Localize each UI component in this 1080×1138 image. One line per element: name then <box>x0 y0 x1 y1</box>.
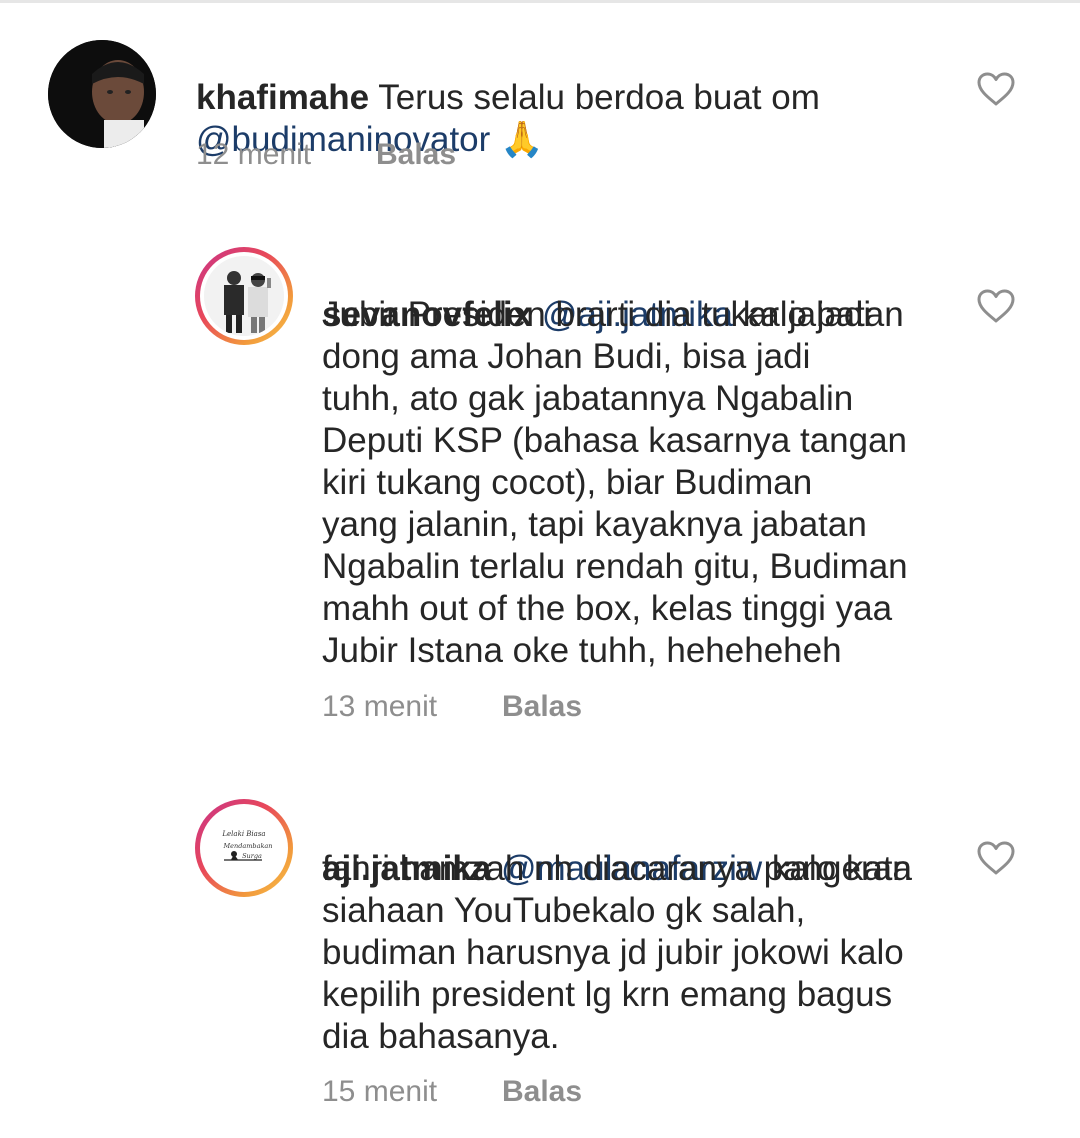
comment-item: Lelaki Biasa Mendambakan Surga aji.jatmi… <box>0 782 1080 1132</box>
comment-timestamp: 12 menit <box>196 138 312 171</box>
heart-outline-icon[interactable] <box>976 71 1016 107</box>
reply-button[interactable]: Balas <box>502 1075 582 1109</box>
comment-meta: 13 menit Balas <box>322 690 722 726</box>
avatar-photo <box>48 40 156 148</box>
avatar-ring-gap <box>200 252 288 340</box>
comment-meta: 12 menit Balas <box>196 138 596 174</box>
heart-outline-icon[interactable] <box>976 840 1016 876</box>
comment-timestamp: 15 menit <box>322 1075 438 1108</box>
svg-text:Lelaki Biasa: Lelaki Biasa <box>221 830 265 838</box>
avatar[interactable] <box>48 40 156 148</box>
avatar-photo <box>204 256 284 336</box>
svg-text:Surga: Surga <box>242 852 262 860</box>
comment-body: Jubir Presiden brarti dia tukar jabatan … <box>322 295 908 670</box>
reply-button[interactable]: Balas <box>502 690 582 724</box>
comment-meta: 15 menit Balas <box>322 1075 722 1111</box>
heart-outline-icon[interactable] <box>976 288 1016 324</box>
reply-button[interactable]: Balas <box>376 138 456 172</box>
comment-item: khafimahe Terus selalu berdoa buat om @b… <box>0 0 1080 200</box>
avatar-story-ring[interactable]: Lelaki Biasa Mendambakan Surga <box>195 799 293 897</box>
avatar: Lelaki Biasa Mendambakan Surga <box>204 808 284 888</box>
avatar-logo: Lelaki Biasa Mendambakan Surga <box>204 808 284 888</box>
comment-item: sevanovfelix @aji.jatmika kalo jadi Jubi… <box>0 230 1080 750</box>
avatar <box>204 256 284 336</box>
svg-text:Mendambakan: Mendambakan <box>223 842 273 850</box>
comment-body: fahri hamzah nh diacaranya pangeran siah… <box>322 849 912 1056</box>
avatar-ring-gap: Lelaki Biasa Mendambakan Surga <box>200 804 288 892</box>
comment-timestamp: 13 menit <box>322 690 438 723</box>
avatar-story-ring[interactable] <box>195 247 293 345</box>
